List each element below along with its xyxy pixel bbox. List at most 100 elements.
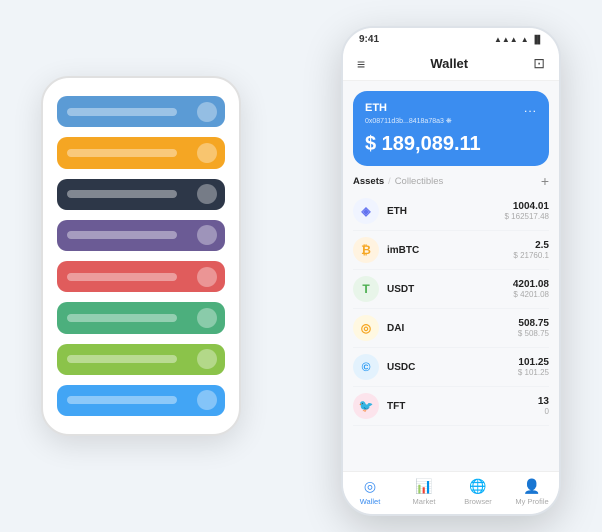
asset-item-usdc[interactable]: © USDC 101.25 $ 101.25 xyxy=(353,348,549,387)
asset-main-tft: 13 xyxy=(538,396,549,407)
asset-amounts-tft: 13 0 xyxy=(538,396,549,416)
card-1[interactable] xyxy=(57,96,225,127)
status-time: 9:41 xyxy=(359,34,379,45)
profile-nav-icon: 👤 xyxy=(523,478,540,495)
assets-header: Assets / Collectibles + xyxy=(353,166,549,192)
card-text-5 xyxy=(67,273,177,281)
menu-icon[interactable]: ≡ xyxy=(357,56,365,72)
card-text-7 xyxy=(67,355,177,363)
card-text-2 xyxy=(67,149,177,157)
asset-name-eth: ETH xyxy=(387,206,505,217)
asset-name-imbtc: imBTC xyxy=(387,245,513,256)
tab-collectibles[interactable]: Collectibles xyxy=(395,176,444,187)
card-5[interactable] xyxy=(57,261,225,292)
card-8[interactable] xyxy=(57,385,225,416)
card-text-6 xyxy=(67,314,177,322)
asset-main-imbtc: 2.5 xyxy=(513,240,549,251)
card-icon-3 xyxy=(197,184,217,204)
wallet-nav-icon: ◎ xyxy=(364,478,376,495)
card-3[interactable] xyxy=(57,179,225,210)
asset-amounts-dai: 508.75 $ 508.75 xyxy=(518,318,549,338)
asset-name-usdc: USDC xyxy=(387,362,518,373)
card-icon-7 xyxy=(197,349,217,369)
card-2[interactable] xyxy=(57,137,225,168)
back-phone xyxy=(41,76,241,436)
card-text-8 xyxy=(67,396,177,404)
asset-name-dai: DAI xyxy=(387,323,518,334)
nav-market[interactable]: 📊 Market xyxy=(397,478,451,506)
card-text-1 xyxy=(67,108,177,116)
asset-icon-imbtc: ₿ xyxy=(353,237,379,263)
profile-nav-label: My Profile xyxy=(515,497,548,506)
asset-main-usdt: 4201.08 xyxy=(513,279,549,290)
asset-item-eth[interactable]: ◈ ETH 1004.01 $ 162517.48 xyxy=(353,192,549,231)
scene: 9:41 ▲▲▲ ▲ ▐▌ ≡ Wallet ⊡ ETH ... 0x08711… xyxy=(21,16,581,516)
card-icon-1 xyxy=(197,102,217,122)
card-6[interactable] xyxy=(57,302,225,333)
card-text-4 xyxy=(67,231,177,239)
bottom-nav: ◎ Wallet 📊 Market 🌐 Browser 👤 My Profile xyxy=(343,471,559,514)
asset-icon-usdt: T xyxy=(353,276,379,302)
front-phone: 9:41 ▲▲▲ ▲ ▐▌ ≡ Wallet ⊡ ETH ... 0x08711… xyxy=(341,26,561,516)
eth-currency-label: ETH xyxy=(365,102,387,114)
asset-name-usdt: USDT xyxy=(387,284,513,295)
scan-icon[interactable]: ⊡ xyxy=(533,55,545,72)
asset-sub-imbtc: $ 21760.1 xyxy=(513,251,549,260)
card-4[interactable] xyxy=(57,220,225,251)
wifi-icon: ▲ xyxy=(521,35,529,44)
asset-icon-tft: 🐦 xyxy=(353,393,379,419)
asset-amounts-usdc: 101.25 $ 101.25 xyxy=(518,357,549,377)
wallet-nav-label: Wallet xyxy=(360,497,381,506)
assets-tabs: Assets / Collectibles xyxy=(353,176,443,187)
asset-sub-eth: $ 162517.48 xyxy=(505,212,550,221)
card-icon-5 xyxy=(197,267,217,287)
asset-icon-dai: ◎ xyxy=(353,315,379,341)
asset-icon-usdc: © xyxy=(353,354,379,380)
browser-nav-label: Browser xyxy=(464,497,492,506)
asset-sub-dai: $ 508.75 xyxy=(518,329,549,338)
market-nav-label: Market xyxy=(413,497,436,506)
asset-sub-usdt: $ 4201.08 xyxy=(513,290,549,299)
asset-amounts-imbtc: 2.5 $ 21760.1 xyxy=(513,240,549,260)
asset-item-tft[interactable]: 🐦 TFT 13 0 xyxy=(353,387,549,426)
card-text-3 xyxy=(67,190,177,198)
asset-item-dai[interactable]: ◎ DAI 508.75 $ 508.75 xyxy=(353,309,549,348)
card-icon-4 xyxy=(197,225,217,245)
status-bar: 9:41 ▲▲▲ ▲ ▐▌ xyxy=(343,28,559,49)
battery-icon: ▐▌ xyxy=(532,35,543,44)
asset-sub-tft: 0 xyxy=(538,407,549,416)
card-icon-6 xyxy=(197,308,217,328)
asset-item-usdt[interactable]: T USDT 4201.08 $ 4201.08 xyxy=(353,270,549,309)
status-icons: ▲▲▲ ▲ ▐▌ xyxy=(494,35,543,44)
asset-icon-eth: ◈ xyxy=(353,198,379,224)
asset-name-tft: TFT xyxy=(387,401,538,412)
eth-card-header: ETH ... xyxy=(365,101,537,115)
asset-amounts-eth: 1004.01 $ 162517.48 xyxy=(505,201,550,221)
card-7[interactable] xyxy=(57,344,225,375)
asset-main-dai: 508.75 xyxy=(518,318,549,329)
asset-main-usdc: 101.25 xyxy=(518,357,549,368)
app-header: ≡ Wallet ⊡ xyxy=(343,49,559,81)
nav-wallet[interactable]: ◎ Wallet xyxy=(343,478,397,506)
page-title: Wallet xyxy=(430,56,468,71)
tab-assets[interactable]: Assets xyxy=(353,176,384,187)
signal-icon: ▲▲▲ xyxy=(494,35,518,44)
eth-balance: $ 189,089.11 xyxy=(365,133,537,156)
eth-address: 0x08711d3b...8418a78a3 ❋ xyxy=(365,117,537,125)
nav-profile[interactable]: 👤 My Profile xyxy=(505,478,559,506)
add-asset-button[interactable]: + xyxy=(541,174,549,188)
asset-main-eth: 1004.01 xyxy=(505,201,550,212)
card-icon-8 xyxy=(197,390,217,410)
eth-wallet-card[interactable]: ETH ... 0x08711d3b...8418a78a3 ❋ $ 189,0… xyxy=(353,91,549,166)
card-icon-2 xyxy=(197,143,217,163)
asset-list: ◈ ETH 1004.01 $ 162517.48 ₿ imBTC 2.5 $ … xyxy=(353,192,549,426)
market-nav-icon: 📊 xyxy=(415,478,432,495)
tab-divider: / xyxy=(388,176,391,186)
browser-nav-icon: 🌐 xyxy=(469,478,486,495)
nav-browser[interactable]: 🌐 Browser xyxy=(451,478,505,506)
asset-item-imbtc[interactable]: ₿ imBTC 2.5 $ 21760.1 xyxy=(353,231,549,270)
asset-amounts-usdt: 4201.08 $ 4201.08 xyxy=(513,279,549,299)
eth-more-icon[interactable]: ... xyxy=(524,101,537,115)
asset-sub-usdc: $ 101.25 xyxy=(518,368,549,377)
assets-section: Assets / Collectibles + ◈ ETH 1004.01 $ … xyxy=(343,166,559,471)
